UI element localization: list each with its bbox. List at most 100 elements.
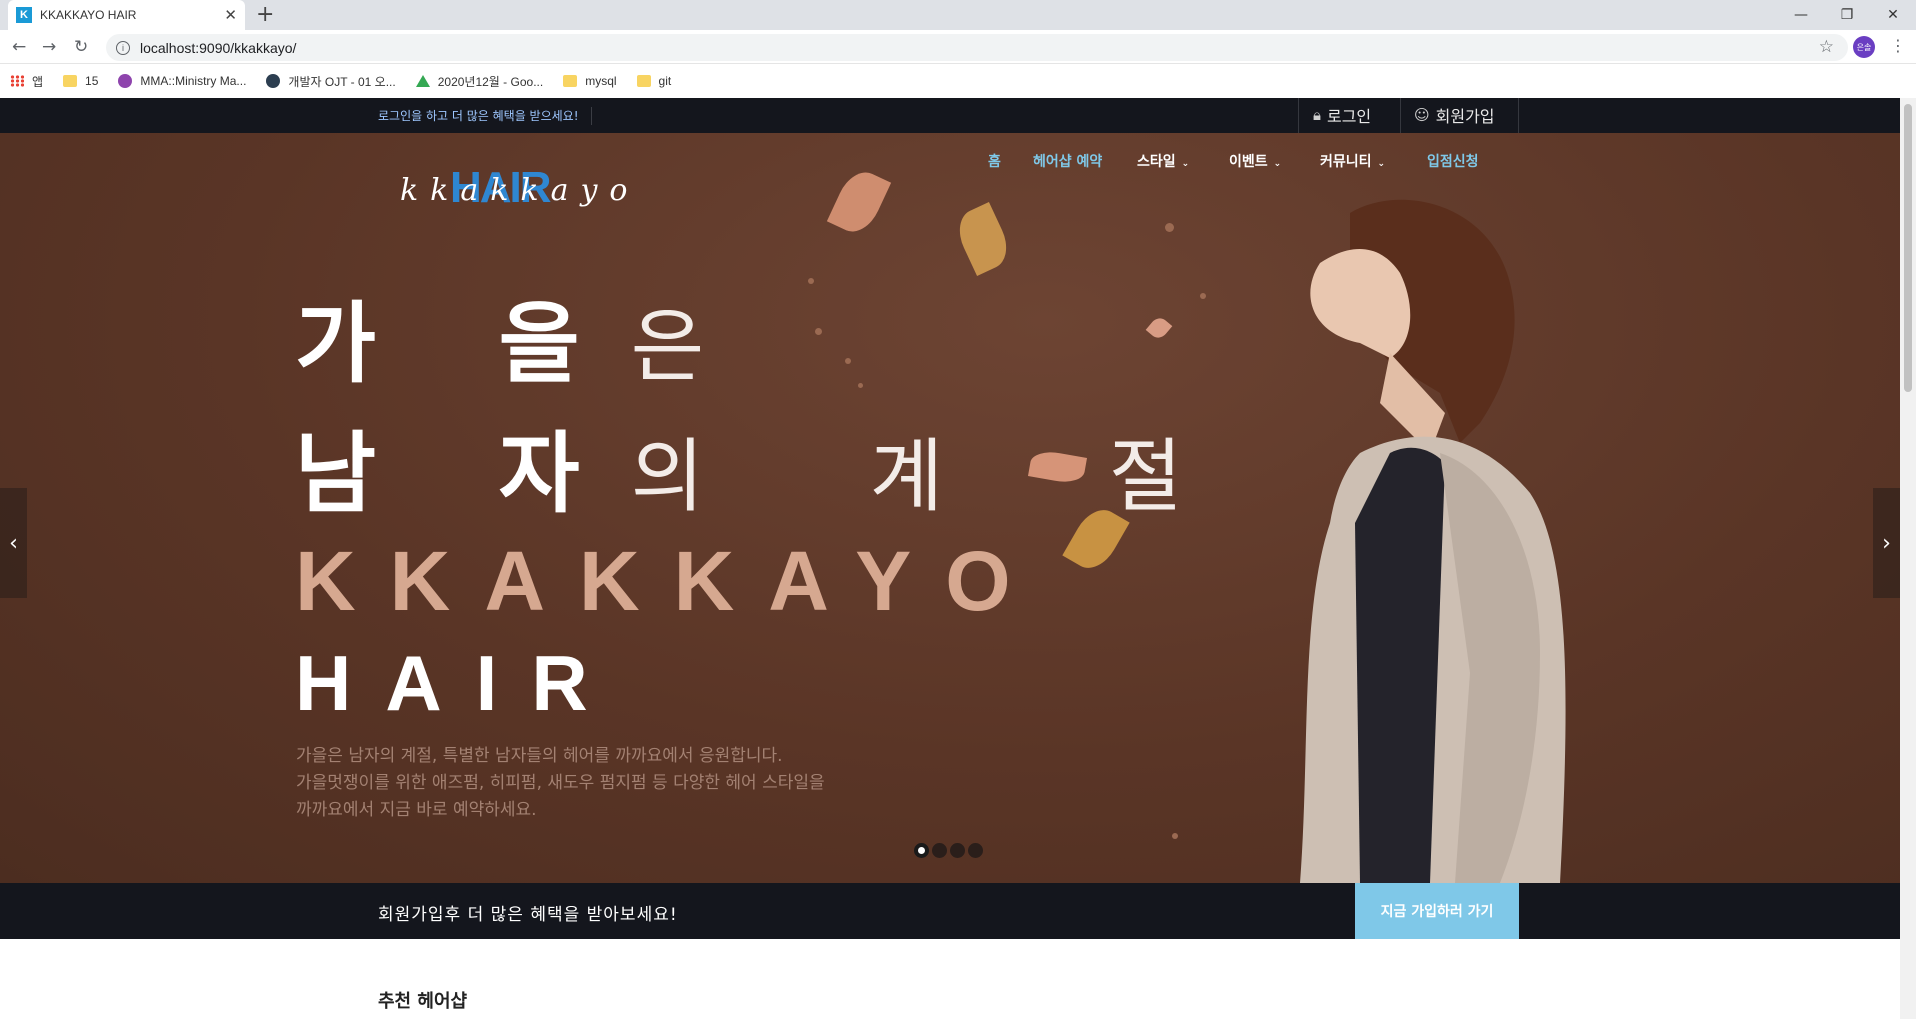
scrollbar-thumb[interactable] — [1904, 104, 1912, 392]
hero-desc-line3: 까까요에서 지금 바로 예약하세요. — [296, 800, 537, 820]
nav-reserve[interactable]: 헤어샵 예약 — [1033, 151, 1102, 171]
nav-style-label: 스타일 — [1137, 154, 1176, 170]
hero-desc-line2: 가을멋쟁이를 위한 애즈펌, 히피펌, 새도우 펌지펌 등 다양한 헤어 스타일… — [296, 773, 825, 793]
signup-now-button[interactable]: 지금 가입하러 가기 — [1355, 883, 1519, 939]
browser-tab[interactable]: K KKAKKAYO HAIR ✕ — [8, 0, 245, 30]
nav-community-label: 커뮤니티 — [1320, 154, 1372, 170]
site-top-bar: 로그인을 하고 더 많은 혜택을 받으세요! 🔒︎ 로그인 ☺ 회원가입 — [0, 98, 1900, 133]
browser-menu-icon[interactable]: ⋮ — [1890, 36, 1906, 55]
login-promo-text: 로그인을 하고 더 많은 혜택을 받으세요! — [378, 107, 592, 125]
site-favicon-icon: K — [16, 7, 32, 23]
bookmark-mysql[interactable]: mysql — [563, 74, 617, 88]
folder-icon — [563, 75, 578, 87]
browser-toolbar: ← → ↻ i localhost:9090/kkakkayo/ ☆ — [0, 30, 1916, 64]
signup-link[interactable]: ☺ 회원가입 — [1414, 104, 1495, 126]
nav-event-label: 이벤트 — [1229, 154, 1268, 170]
nav-community[interactable]: 커뮤니티 ⌄ — [1320, 151, 1385, 171]
profile-avatar[interactable]: 은솔 — [1853, 36, 1875, 58]
leaf-decoration — [1145, 314, 1173, 342]
lock-icon: 🔒︎ — [1313, 106, 1321, 124]
restore-window-icon[interactable]: ❐ — [1824, 0, 1870, 30]
bookmark-mma[interactable]: MMA::Ministry Ma... — [118, 74, 246, 88]
apps-icon — [10, 75, 24, 87]
model-photo — [1300, 199, 1566, 883]
divider — [1518, 98, 1519, 133]
nav-home[interactable]: 홈 — [988, 151, 1001, 171]
headline-bold: 남 자 — [295, 422, 626, 525]
divider — [1298, 98, 1299, 133]
chevron-right-icon: › — [1882, 530, 1891, 556]
headline-thin: 은 — [630, 300, 775, 393]
hero-headline-line2: 남 자 의 계 절 — [295, 403, 1252, 530]
signup-banner: 회원가입후 더 많은 혜택을 받아보세요! 지금 가입하러 가기 — [0, 883, 1900, 939]
decor-speck — [1165, 223, 1174, 232]
leaf-decoration — [950, 202, 1016, 276]
bookmark-drive[interactable]: 2020년12월 - Goo... — [415, 73, 544, 90]
forward-icon[interactable]: → — [42, 37, 56, 57]
hero-description: 가을은 남자의 계절, 특별한 남자들의 헤어를 까까요에서 응원합니다. 가을… — [296, 743, 825, 824]
back-icon[interactable]: ← — [12, 37, 26, 57]
bookmark-ojt[interactable]: 개발자 OJT - 01 오... — [266, 73, 396, 90]
hero-headline-line1: 가 을 은 — [295, 273, 774, 400]
carousel-dot-3[interactable] — [950, 843, 965, 858]
login-link[interactable]: 🔒︎ 로그인 — [1313, 104, 1371, 126]
bookmark-label: 2020년12월 - Goo... — [437, 74, 544, 89]
tab-title: KKAKKAYO HAIR — [40, 8, 137, 22]
carousel-dot-1[interactable] — [914, 843, 929, 858]
hero-slider: HAIR kkakkayo 홈 헤어샵 예약 스타일 ⌄ 이벤트 ⌄ 커뮤니티 ⌄ 입… — [0, 133, 1900, 883]
signup-label: 회원가입 — [1435, 107, 1495, 126]
power-icon — [118, 74, 133, 88]
chevron-down-icon: ⌄ — [1273, 159, 1282, 169]
hero-desc-line1: 가을은 남자의 계절, 특별한 남자들의 헤어를 까까요에서 응원합니다. — [296, 746, 783, 766]
page-scrollbar[interactable] — [1900, 98, 1916, 1019]
url-text: localhost:9090/kkakkayo/ — [140, 39, 297, 56]
signup-banner-message: 회원가입후 더 많은 혜택을 받아보세요! — [378, 905, 678, 925]
bookmark-15[interactable]: 15 — [63, 74, 98, 88]
bookmark-label: git — [658, 74, 672, 88]
chevron-left-icon: ‹ — [9, 530, 18, 556]
decor-speck — [1172, 833, 1178, 839]
bookmark-label: 15 — [85, 74, 99, 88]
bookmark-label: mysql — [585, 74, 617, 88]
carousel-next-arrow[interactable]: › — [1873, 488, 1900, 598]
decor-speck — [845, 358, 851, 364]
carousel-dot-2[interactable] — [932, 843, 947, 858]
address-bar[interactable]: i localhost:9090/kkakkayo/ ☆ — [106, 34, 1848, 61]
logo-script-text: kkakkayo — [400, 173, 640, 208]
folder-icon — [636, 75, 651, 87]
headline-thin: 의 계 절 — [630, 430, 1253, 523]
bookmark-git[interactable]: git — [636, 74, 672, 88]
close-tab-icon[interactable]: ✕ — [224, 6, 237, 24]
bookmark-star-icon[interactable]: ☆ — [1819, 37, 1834, 57]
decor-speck — [1200, 293, 1206, 299]
bookmark-apps[interactable]: 앱 — [10, 73, 43, 90]
carousel-indicators — [914, 843, 986, 858]
leaf-decoration — [826, 165, 892, 239]
web-page: 로그인을 하고 더 많은 혜택을 받으세요! 🔒︎ 로그인 ☺ 회원가입 HAI… — [0, 98, 1900, 1019]
divider — [1400, 98, 1401, 133]
minimize-window-icon[interactable]: — — [1778, 0, 1824, 30]
users-icon: ☺ — [1414, 106, 1430, 124]
new-tab-button[interactable]: + — [256, 2, 274, 27]
bookmark-label: 앱 — [32, 74, 44, 89]
browser-tab-bar: K KKAKKAYO HAIR ✕ + — ❐ ✕ — [0, 0, 1916, 30]
reload-icon[interactable]: ↻ — [74, 37, 88, 57]
decor-speck — [858, 383, 863, 388]
hero-brand-hair: HAIR — [295, 639, 622, 727]
site-info-icon[interactable]: i — [116, 40, 130, 55]
nav-style[interactable]: 스타일 ⌄ — [1137, 151, 1189, 171]
close-window-icon[interactable]: ✕ — [1870, 0, 1916, 30]
nav-apply[interactable]: 입점신청 — [1427, 151, 1479, 171]
login-label: 로그인 — [1326, 107, 1372, 126]
power-icon — [266, 74, 281, 88]
decor-speck — [808, 278, 814, 284]
hero-brand-kkakkayo: KKAKKAYO — [295, 534, 1045, 628]
carousel-dot-4[interactable] — [968, 843, 983, 858]
folder-icon — [63, 75, 78, 87]
chevron-down-icon: ⌄ — [1181, 159, 1190, 169]
headline-bold: 가 을 — [295, 292, 626, 395]
nav-event[interactable]: 이벤트 ⌄ — [1229, 151, 1281, 171]
chevron-down-icon: ⌄ — [1377, 159, 1386, 169]
bookmark-label: MMA::Ministry Ma... — [140, 74, 247, 88]
carousel-prev-arrow[interactable]: ‹ — [0, 488, 27, 598]
